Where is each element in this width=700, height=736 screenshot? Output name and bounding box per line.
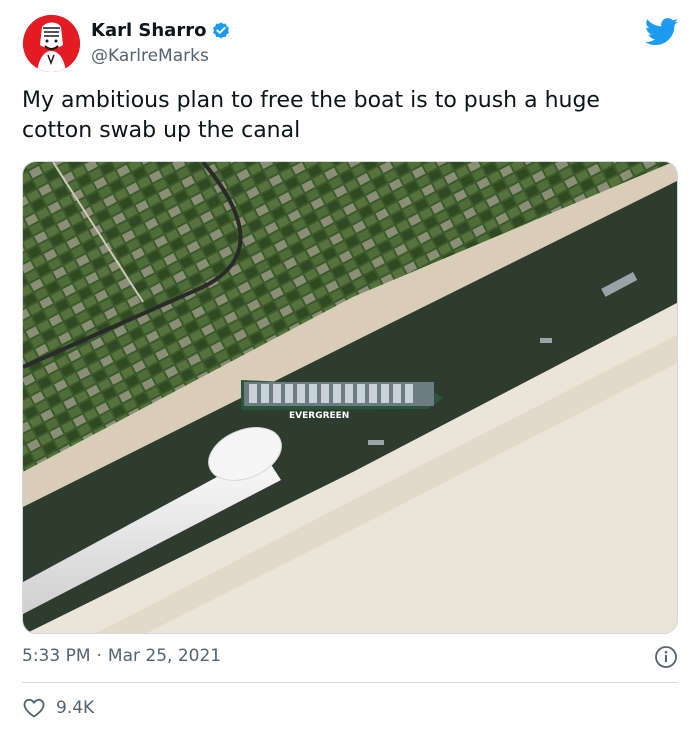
avatar-illustration <box>23 15 80 72</box>
author-block: Karl Sharro @KarlreMarks <box>91 20 231 67</box>
display-name[interactable]: Karl Sharro <box>91 20 206 42</box>
tweet-time[interactable]: 5:33 PM <box>22 646 91 666</box>
twitter-bird-icon[interactable] <box>644 18 679 46</box>
tweet-date[interactable]: Mar 25, 2021 <box>108 646 221 666</box>
ship-label: EVERGREEN <box>289 411 349 421</box>
tweet-media-image[interactable]: EVERGREEN <box>22 161 678 634</box>
like-action[interactable]: 9.4K <box>22 696 94 720</box>
tweet-card: Karl Sharro @KarlreMarks My ambitious pl… <box>0 0 700 736</box>
info-icon[interactable] <box>654 645 678 669</box>
verified-badge-icon <box>211 21 231 41</box>
like-count: 9.4K <box>56 698 95 718</box>
tweet-timestamp[interactable]: 5:33 PM · Mar 25, 2021 <box>22 645 678 669</box>
user-handle[interactable]: @KarlreMarks <box>91 45 231 67</box>
meta-separator: · <box>96 646 102 666</box>
heart-icon[interactable] <box>22 696 46 720</box>
avatar[interactable] <box>23 15 80 72</box>
divider <box>22 682 678 683</box>
tweet-text: My ambitious plan to free the boat is to… <box>22 88 600 143</box>
canal-satellite-photo: EVERGREEN <box>23 162 677 633</box>
